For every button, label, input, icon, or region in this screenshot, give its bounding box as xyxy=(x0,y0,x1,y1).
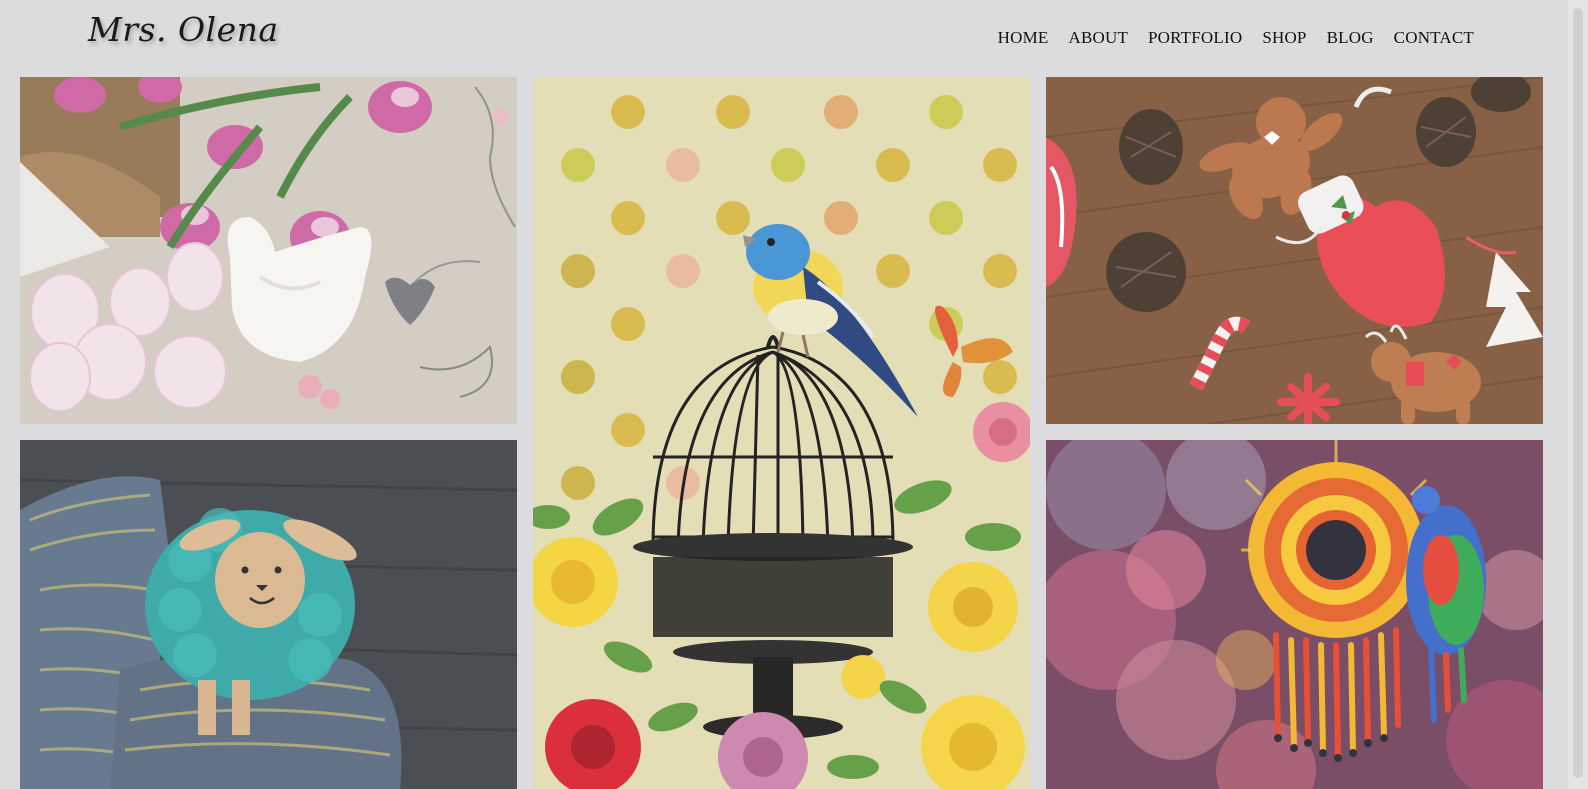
nav-shop[interactable]: SHOP xyxy=(1262,28,1306,48)
scrollbar[interactable] xyxy=(1568,0,1588,789)
gallery-tile-beadwork[interactable] xyxy=(1046,440,1543,789)
site-logo[interactable]: Mrs. Olena xyxy=(88,10,279,49)
nav-portfolio[interactable]: PORTFOLIO xyxy=(1148,28,1242,48)
scrollbar-thumb[interactable] xyxy=(1573,8,1583,778)
nav-blog[interactable]: BLOG xyxy=(1327,28,1374,48)
gallery-tile-sheep[interactable] xyxy=(20,440,517,789)
nav-contact[interactable]: CONTACT xyxy=(1394,28,1474,48)
beadwork-photo xyxy=(1046,440,1543,789)
christmas-photo xyxy=(1046,77,1543,424)
nav-about[interactable]: ABOUT xyxy=(1068,28,1128,48)
sheep-photo xyxy=(20,440,517,789)
main-nav: HOME ABOUT PORTFOLIO SHOP BLOG CONTACT xyxy=(998,28,1474,48)
site-header: Mrs. Olena HOME ABOUT PORTFOLIO SHOP BLO… xyxy=(0,0,1588,76)
birdcage-photo xyxy=(533,77,1030,789)
gallery-tile-christmas[interactable] xyxy=(1046,77,1543,424)
easter-photo xyxy=(20,77,517,424)
gallery-tile-easter[interactable] xyxy=(20,77,517,424)
gallery-tile-birdcage[interactable] xyxy=(533,77,1030,789)
nav-home[interactable]: HOME xyxy=(998,28,1049,48)
